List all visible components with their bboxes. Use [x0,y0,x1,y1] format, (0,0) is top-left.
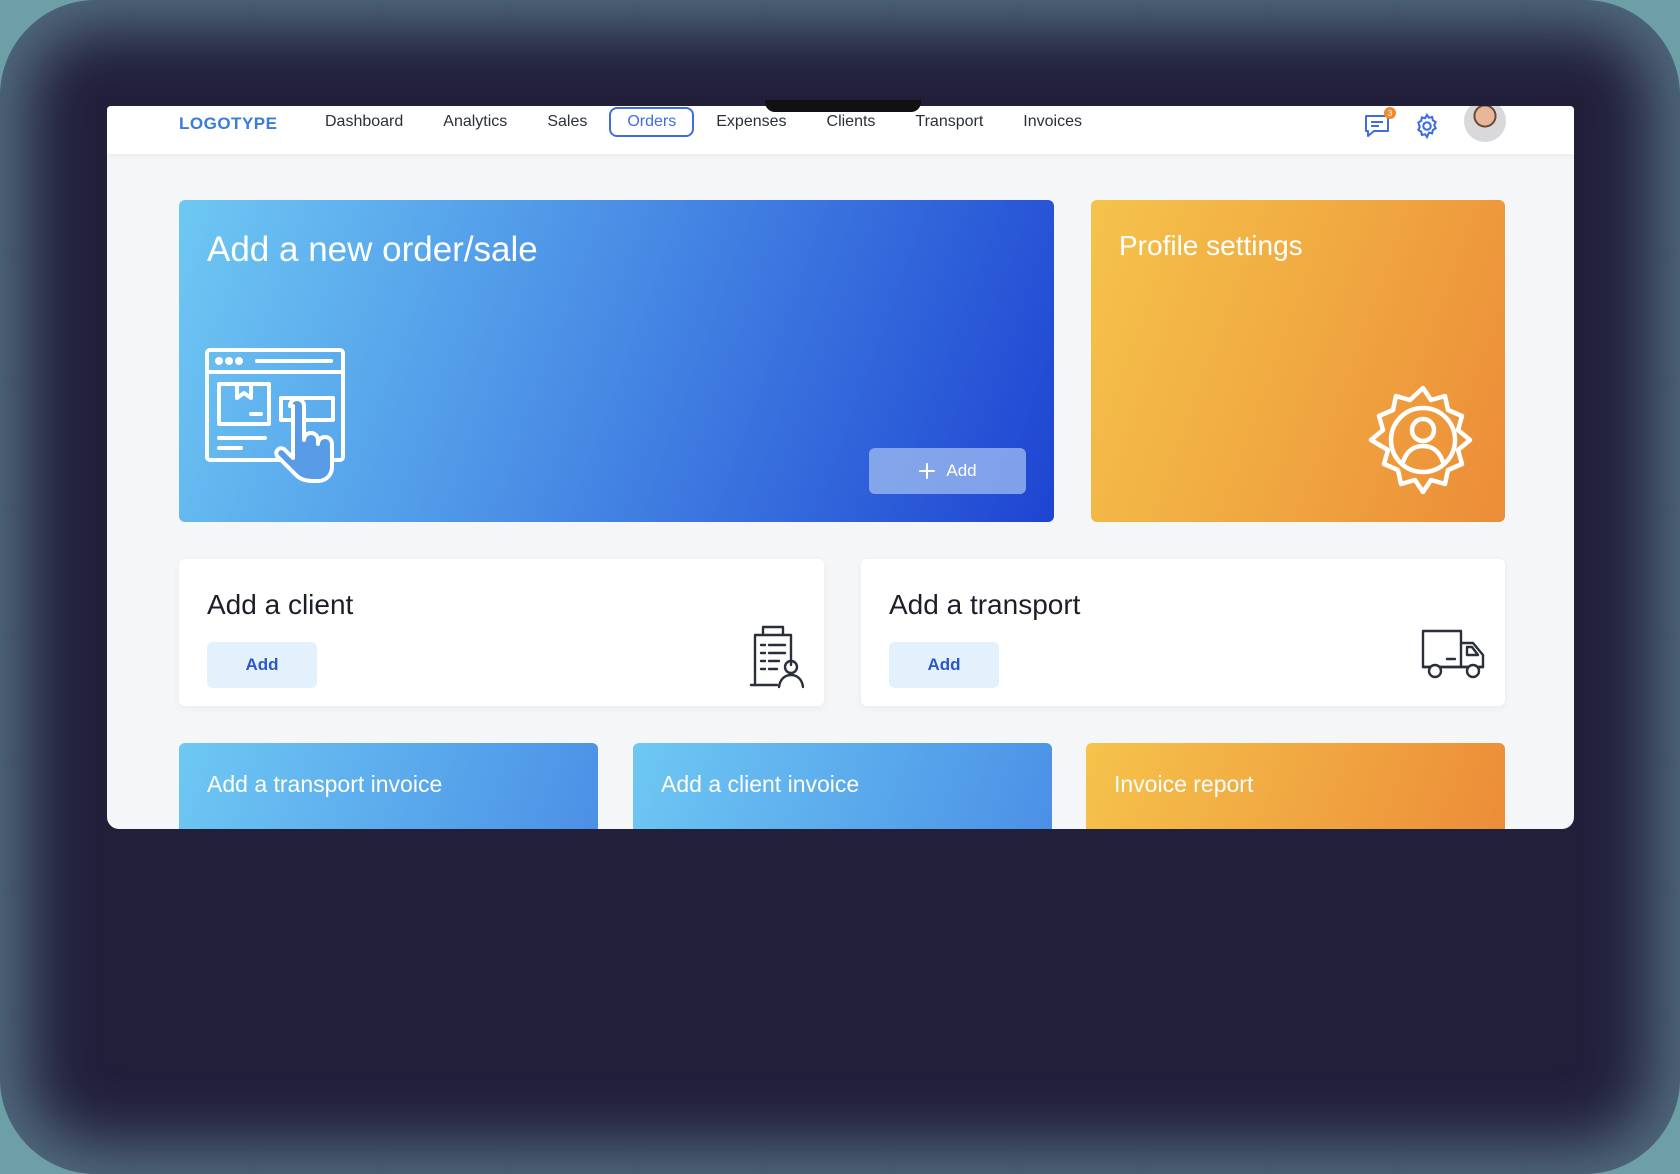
camera-notch [765,100,921,112]
add-client-button[interactable]: Add [207,642,317,688]
add-client-title: Add a client [207,589,354,620]
user-avatar[interactable] [1462,106,1508,144]
nav-orders[interactable]: Orders [609,107,695,137]
device-frame: LOGOTYPE Dashboard Analytics Sales Order… [0,0,1680,1174]
invoice-report-card[interactable]: Invoice report [1086,743,1505,829]
header-actions: 3 [1362,106,1508,146]
add-order-card: Add a new order/sale Add [179,200,1054,522]
nav-invoices[interactable]: Invoices [1005,107,1100,137]
plus-icon [919,463,936,479]
add-order-title: Add a new order/sale [207,230,538,269]
transport-invoice-title: Add a transport invoice [207,771,443,797]
truck-icon [1421,629,1485,679]
nav-analytics[interactable]: Analytics [425,107,525,137]
add-transport-card: Add a transport Add [861,559,1505,706]
add-order-button[interactable]: Add [869,448,1026,494]
nav-sales[interactable]: Sales [529,107,605,137]
add-order-button-label: Add [946,461,977,480]
online-order-icon [205,348,345,483]
logo[interactable]: LOGOTYPE [179,114,277,134]
client-invoice-title: Add a client invoice [661,771,860,797]
add-transport-button[interactable]: Add [889,642,999,688]
settings-button[interactable] [1412,111,1442,141]
add-transport-title: Add a transport [889,589,1081,620]
client-invoice-card[interactable]: Add a client invoice [633,743,1052,829]
transport-invoice-card[interactable]: Add a transport invoice [179,743,598,829]
invoice-report-title: Invoice report [1114,771,1254,797]
notification-badge: 3 [1384,107,1396,119]
profile-settings-title: Profile settings [1119,230,1303,261]
profile-settings-card[interactable]: Profile settings [1091,200,1505,522]
gear-icon [1417,112,1437,140]
top-navigation-bar: LOGOTYPE Dashboard Analytics Sales Order… [107,106,1574,154]
main-nav: Dashboard Analytics Sales Orders Expense… [307,106,1104,138]
add-client-card: Add a client Add [179,559,824,706]
client-building-icon [749,625,805,689]
messages-button[interactable]: 3 [1362,107,1396,141]
nav-dashboard[interactable]: Dashboard [307,107,421,137]
profile-gear-icon [1368,385,1473,495]
app-screen: LOGOTYPE Dashboard Analytics Sales Order… [107,106,1574,829]
